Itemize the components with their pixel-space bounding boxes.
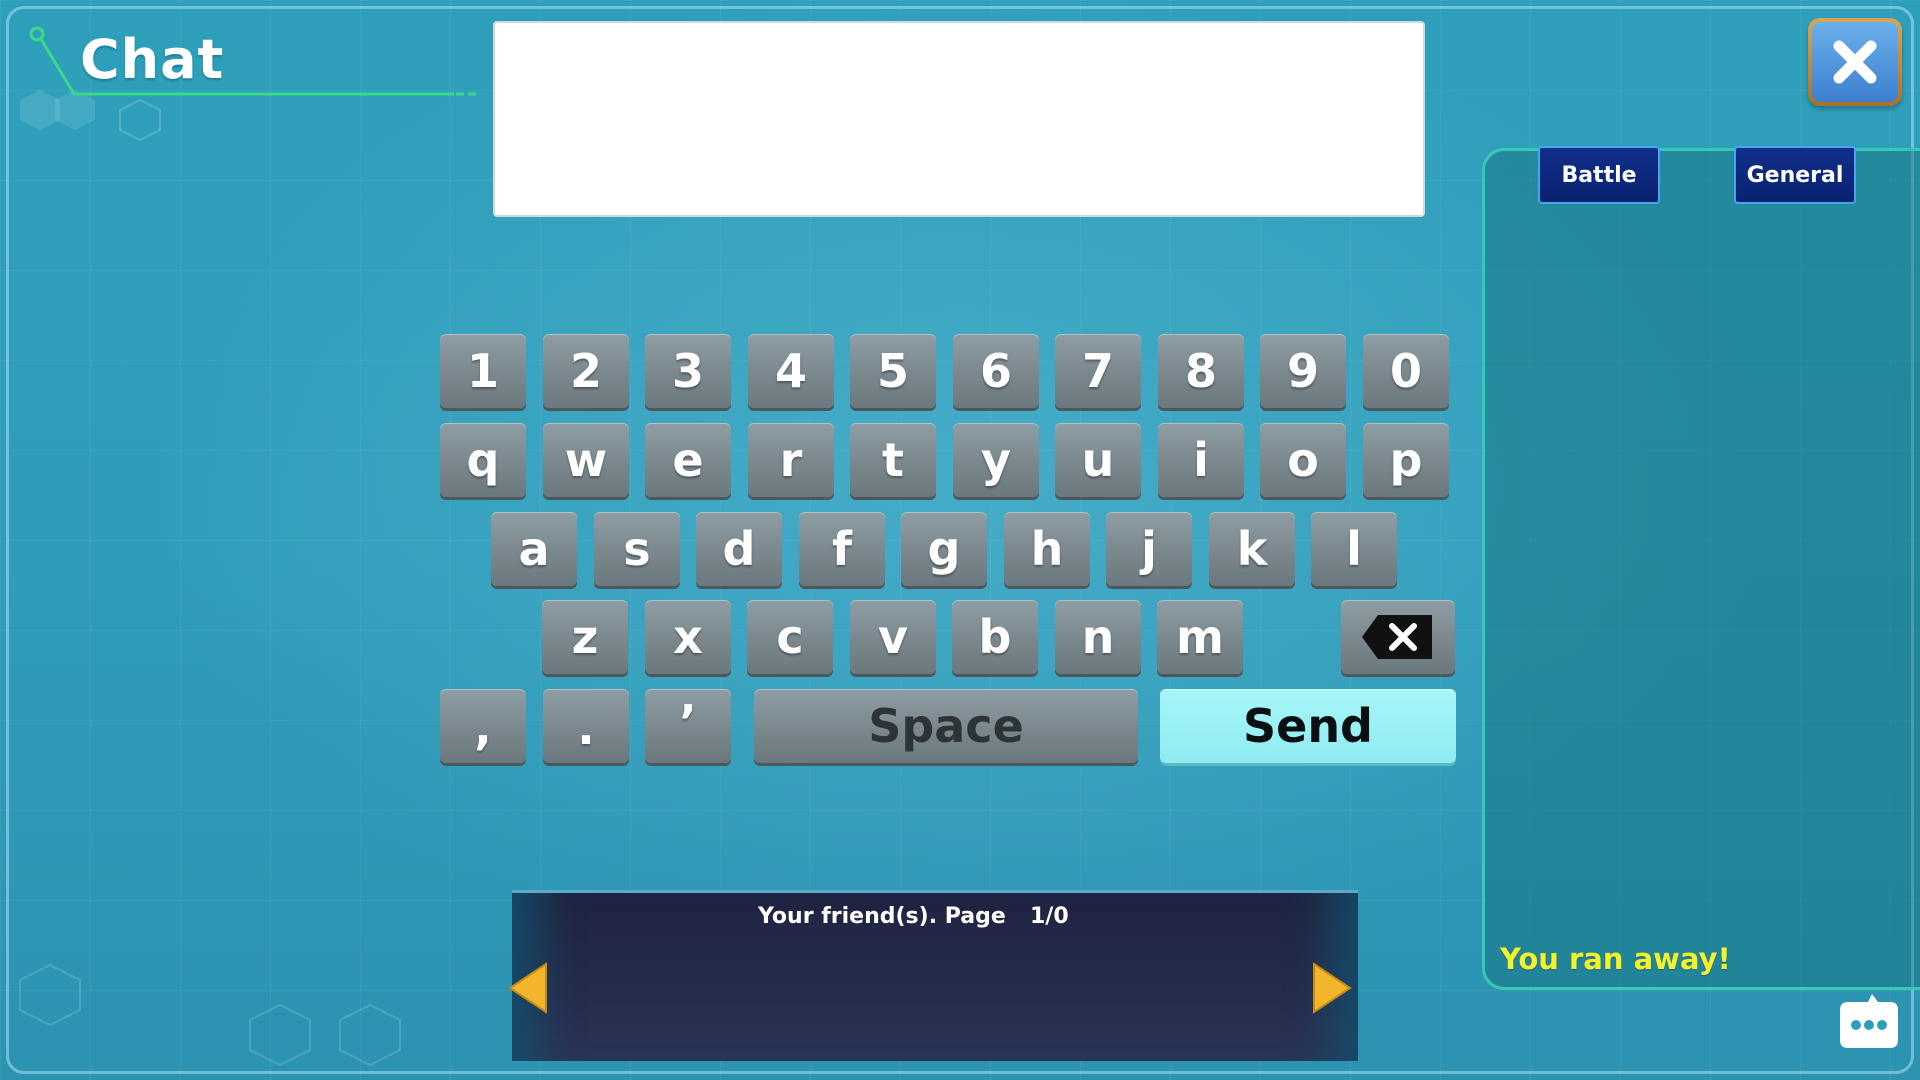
key-8[interactable]: 8	[1158, 334, 1244, 408]
hex-decoration-bottom-left	[19, 963, 401, 1067]
key-x[interactable]: x	[645, 600, 731, 674]
key-a[interactable]: a	[491, 512, 577, 586]
key-d[interactable]: d	[696, 512, 782, 586]
key-c[interactable]: c	[747, 600, 833, 674]
arrow-right-icon	[1313, 962, 1352, 1014]
tab-battle[interactable]: Battle	[1538, 146, 1660, 204]
backspace-key[interactable]	[1341, 600, 1455, 674]
arrow-left-icon	[508, 962, 547, 1014]
key-e[interactable]: e	[645, 423, 731, 497]
key-1[interactable]: 1	[440, 334, 526, 408]
key-g[interactable]: g	[901, 512, 987, 586]
chat-log-panel	[1482, 148, 1920, 990]
key-4[interactable]: 4	[748, 334, 834, 408]
key-h[interactable]: h	[1004, 512, 1090, 586]
key-n[interactable]: n	[1055, 600, 1141, 674]
chat-screen: Chat 1234567890 qwertyuiop asdfghjkl zxcvbn…	[0, 0, 1920, 1080]
close-button[interactable]	[1808, 18, 1902, 106]
chat-toggle-button[interactable]	[1828, 992, 1904, 1058]
key-9[interactable]: 9	[1260, 334, 1346, 408]
key-5[interactable]: 5	[850, 334, 936, 408]
key-j[interactable]: j	[1106, 512, 1192, 586]
key-comma[interactable]: ,	[440, 689, 526, 763]
tab-general[interactable]: General	[1734, 146, 1856, 204]
key-m[interactable]: m	[1157, 600, 1243, 674]
key-o[interactable]: o	[1260, 423, 1346, 497]
key-0[interactable]: 0	[1363, 334, 1449, 408]
key-period[interactable]: .	[543, 689, 629, 763]
key-t[interactable]: t	[850, 423, 936, 497]
key-s[interactable]: s	[594, 512, 680, 586]
close-button-face	[1812, 22, 1898, 102]
title-header: Chat	[24, 22, 484, 102]
key-y[interactable]: y	[953, 423, 1039, 497]
chat-bubble-icon	[1840, 994, 1898, 1048]
hex-decoration-top-left	[20, 90, 161, 142]
key-l[interactable]: l	[1311, 512, 1397, 586]
key-w[interactable]: w	[543, 423, 629, 497]
key-p[interactable]: p	[1363, 423, 1449, 497]
key-i[interactable]: i	[1158, 423, 1244, 497]
send-button[interactable]: Send	[1160, 689, 1456, 763]
key-z[interactable]: z	[542, 600, 628, 674]
key-7[interactable]: 7	[1055, 334, 1141, 408]
space-key[interactable]: Space	[754, 689, 1138, 763]
key-b[interactable]: b	[952, 600, 1038, 674]
key-3[interactable]: 3	[645, 334, 731, 408]
key-k[interactable]: k	[1209, 512, 1295, 586]
key-v[interactable]: v	[850, 600, 936, 674]
key-apostrophe[interactable]: ’	[645, 689, 731, 763]
close-icon	[1833, 40, 1877, 84]
chat-message-input[interactable]	[493, 21, 1425, 217]
friends-next-button[interactable]	[1310, 960, 1354, 1016]
page-title: Chat	[80, 28, 225, 91]
friends-panel: Your friend(s). Page 1/0	[512, 890, 1358, 1061]
key-6[interactable]: 6	[953, 334, 1039, 408]
friends-prev-button[interactable]	[506, 960, 550, 1016]
log-message: You ran away!	[1500, 942, 1731, 976]
key-q[interactable]: q	[440, 423, 526, 497]
key-u[interactable]: u	[1055, 423, 1141, 497]
key-f[interactable]: f	[799, 512, 885, 586]
friends-page-indicator: 1/0	[1030, 904, 1069, 929]
backspace-icon	[1362, 615, 1432, 659]
friends-label: Your friend(s). Page	[758, 904, 1006, 929]
key-r[interactable]: r	[748, 423, 834, 497]
key-2[interactable]: 2	[543, 334, 629, 408]
